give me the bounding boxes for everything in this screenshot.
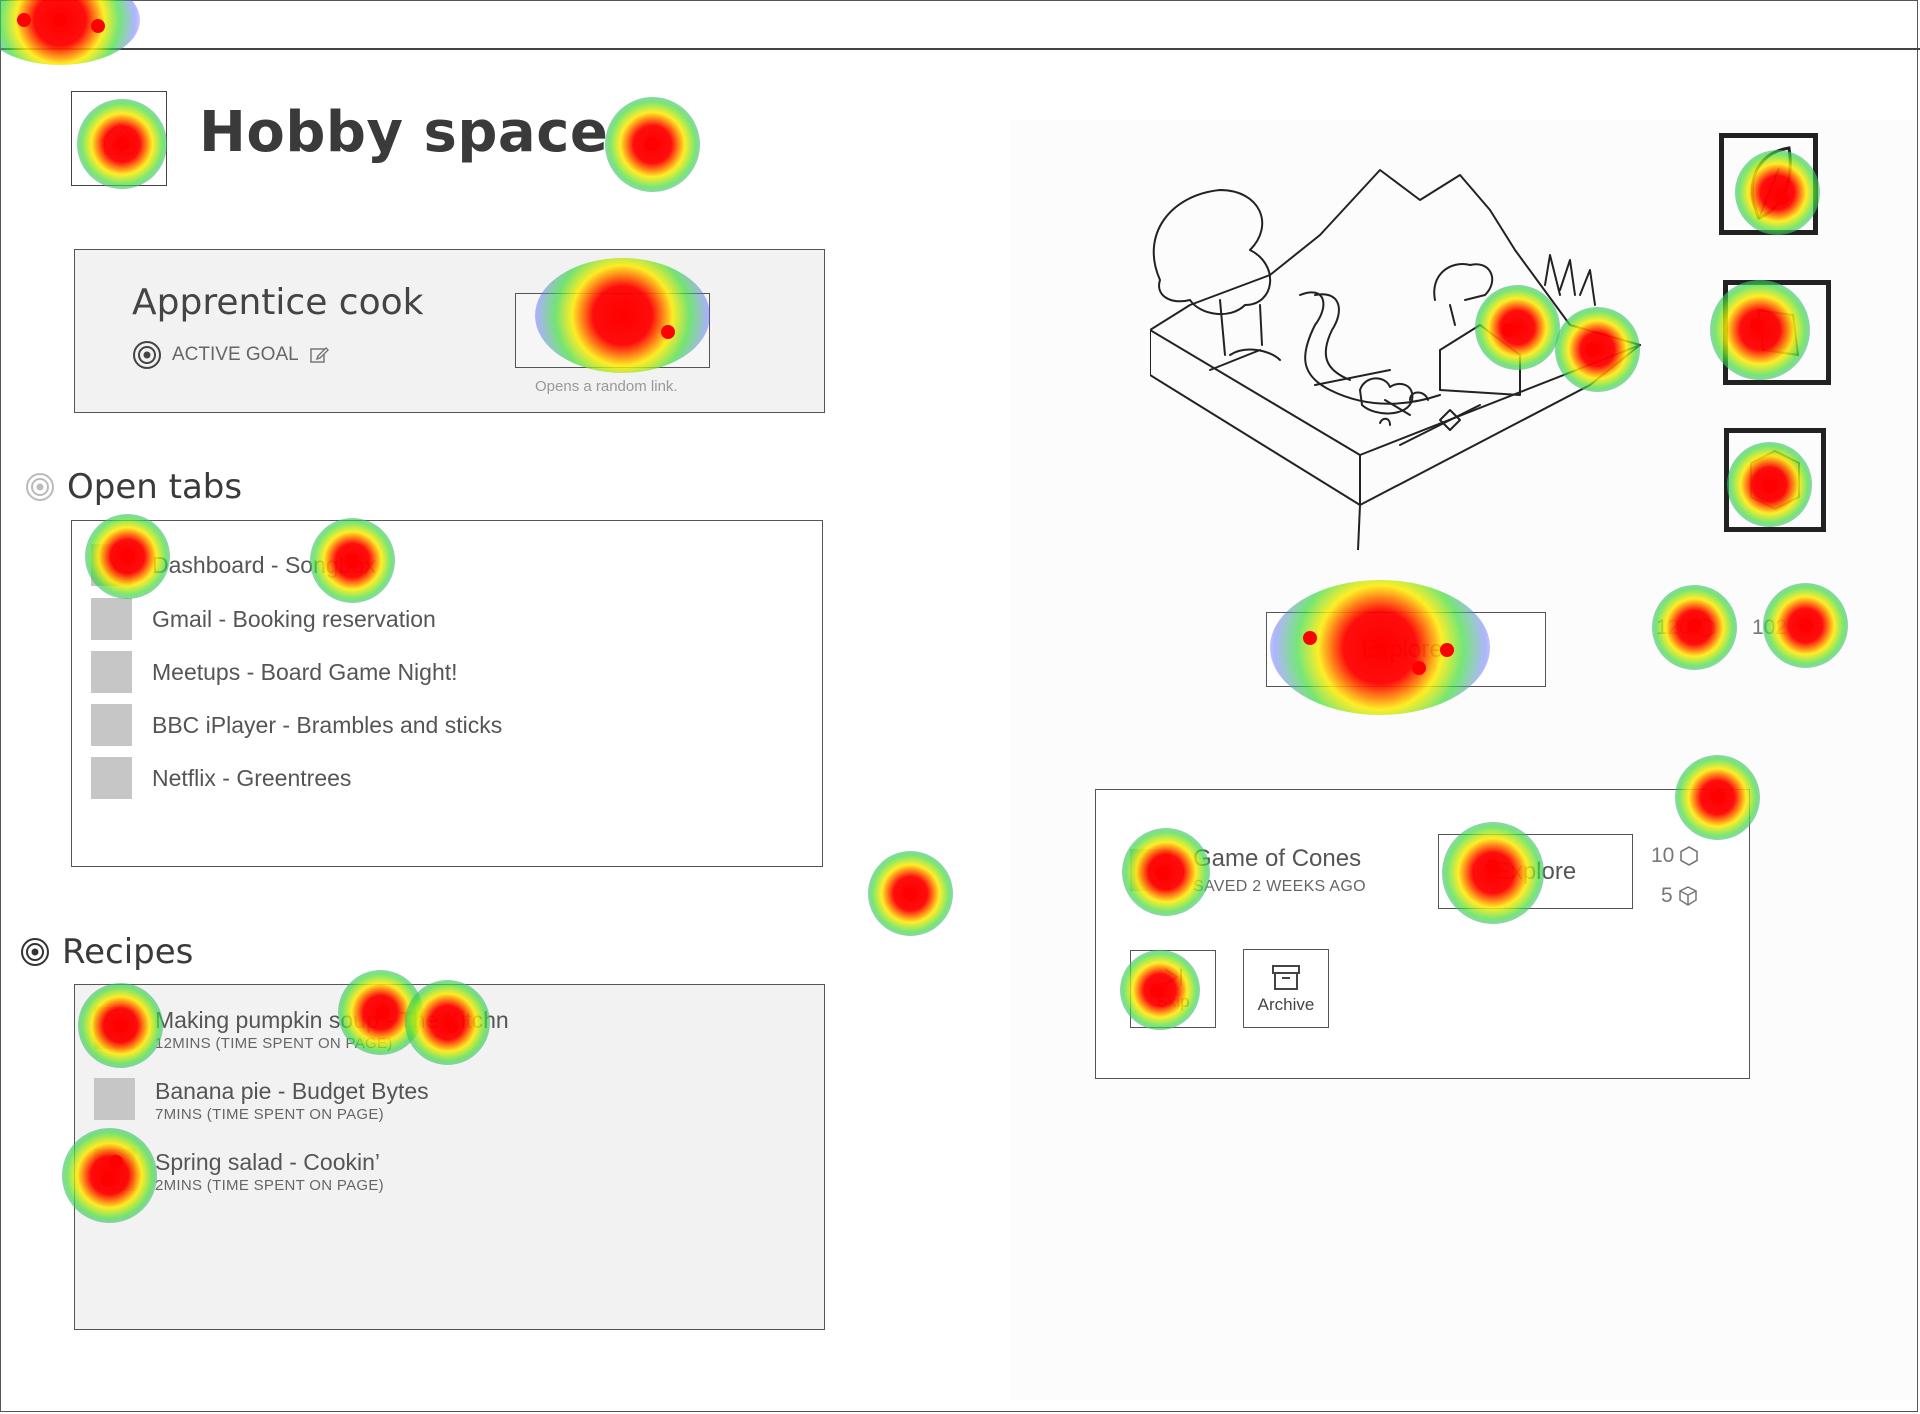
recipes-list: Making pumpkin soup - The Kitchn 12MINS … (74, 984, 825, 1330)
recipe-meta: 2MINS (TIME SPENT ON PAGE) (155, 1177, 384, 1194)
goal-status-label: ACTIVE GOAL (172, 344, 299, 365)
recipe-thumbnail (94, 1078, 135, 1120)
explorer-button[interactable]: Explorer (1266, 612, 1546, 687)
open-tabs-list: Dashboard - Songbox Gmail - Booking rese… (71, 520, 823, 867)
tab-favicon (91, 757, 132, 799)
goal-status: ACTIVE GOAL (132, 340, 329, 370)
target-icon (21, 938, 49, 966)
tab-favicon (91, 544, 132, 586)
saved-cube-count: 5 (1661, 884, 1699, 908)
archive-label: Archive (1257, 994, 1315, 1014)
tab-label: Netflix - Greentrees (152, 764, 352, 791)
hexagon-icon (1680, 846, 1699, 866)
saved-item-meta: SAVED 2 WEEKS AGO (1193, 878, 1366, 895)
skip-icon (1164, 968, 1182, 986)
list-item[interactable]: Netflix - Greentrees (91, 757, 351, 799)
skip-button[interactable]: Skip (1130, 950, 1216, 1028)
list-item[interactable]: Gmail - Booking reservation (91, 598, 436, 640)
goal-title: Apprentice cook (132, 282, 424, 323)
other-count-value: 102 (1752, 616, 1788, 639)
target-icon (133, 341, 161, 369)
recipe-meta: 12MINS (TIME SPENT ON PAGE) (155, 1035, 393, 1052)
tab-favicon (91, 598, 132, 640)
recipe-title: Spring salad - Cookin’ (155, 1149, 381, 1175)
explore-button[interactable]: Explore (1438, 834, 1633, 909)
list-item[interactable]: Banana pie - Budget Bytes 7MINS (TIME SP… (94, 1078, 429, 1123)
house-sketch-icon (99, 122, 139, 155)
random-link-hint: Opens a random link. (535, 378, 678, 395)
tab-label: BBC iPlayer - Brambles and sticks (152, 711, 503, 738)
recipes-title: Recipes (62, 932, 194, 972)
saved-item-card: Game of Cones SAVED 2 WEEKS AGO Explore … (1095, 789, 1750, 1079)
saved-hex-count-value: 10 (1651, 844, 1675, 867)
skip-label: Skip (1156, 992, 1190, 1011)
saved-item-title: Game of Cones (1193, 845, 1362, 872)
saved-cube-count-value: 5 (1661, 884, 1673, 907)
list-item[interactable]: Spring salad - Cookin’ 2MINS (TIME SPENT… (94, 1149, 384, 1194)
saved-item-thumbnail (1130, 849, 1171, 891)
list-item[interactable]: Meetups - Board Game Night! (91, 651, 458, 693)
card-stack-icon (1756, 308, 1800, 357)
random-link-button[interactable] (515, 293, 710, 368)
hobby-logo[interactable] (71, 91, 167, 186)
list-item[interactable]: BBC iPlayer - Brambles and sticks (91, 704, 502, 746)
open-tabs-heading: Open tabs (25, 467, 242, 507)
tab-label: Dashboard - Songbox (152, 551, 376, 578)
recipe-title: Making pumpkin soup - The Kitchn (155, 1007, 509, 1033)
tab-label: Meetups - Board Game Night! (152, 658, 458, 685)
gem-button[interactable] (1724, 428, 1826, 532)
open-tabs-title: Open tabs (67, 467, 243, 507)
recipe-title: Banana pie - Budget Bytes (155, 1078, 429, 1104)
card-stack-button[interactable] (1723, 280, 1831, 385)
archive-icon (1272, 964, 1300, 990)
target-icon (26, 473, 54, 501)
tab-favicon (91, 704, 132, 746)
leaf-button[interactable] (1719, 133, 1818, 235)
hexagon-icon (1750, 449, 1800, 511)
edit-icon[interactable] (309, 345, 329, 365)
tab-favicon (91, 651, 132, 693)
cube-icon (1678, 886, 1697, 906)
recipe-meta: 7MINS (TIME SPENT ON PAGE) (155, 1106, 384, 1123)
other-count: 102 (1752, 616, 1787, 640)
recipe-thumbnail (94, 1149, 135, 1191)
top-bar (0, 0, 1920, 50)
garden-sketch-illustration (1150, 169, 1641, 550)
tab-label: Gmail - Booking reservation (152, 605, 436, 632)
recipe-thumbnail (94, 1007, 135, 1049)
hex-count-value: 120 (1656, 616, 1692, 639)
goal-card: Apprentice cook ACTIVE GOAL Opens a rand… (74, 249, 825, 413)
hexagon-icon (1697, 618, 1715, 638)
hex-count: 120 (1656, 616, 1717, 640)
page-title: Hobby space (199, 100, 609, 165)
recipes-heading: Recipes (20, 932, 193, 972)
list-item[interactable]: Dashboard - Songbox (91, 544, 376, 586)
list-item[interactable]: Making pumpkin soup - The Kitchn 12MINS … (94, 1007, 509, 1052)
leaf-icon (1750, 146, 1792, 220)
saved-hex-count: 10 (1651, 844, 1700, 868)
archive-button[interactable]: Archive (1243, 949, 1329, 1028)
